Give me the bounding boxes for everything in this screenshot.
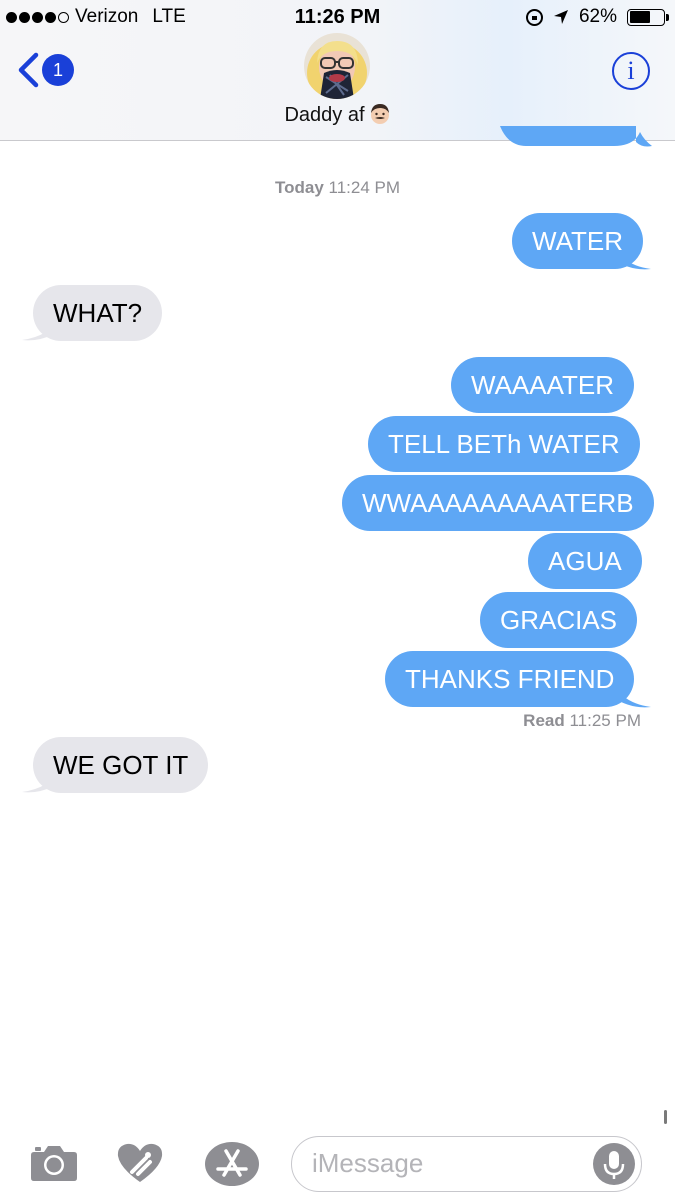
- outgoing-message-bubble[interactable]: WWAAAAAAAAATERB: [342, 475, 654, 531]
- outgoing-message-bubble[interactable]: AGUA: [528, 533, 642, 589]
- status-bar-right: 62%: [525, 6, 669, 28]
- conversation-timestamp: Today 11:24 PM: [0, 178, 675, 198]
- contact-name-label: Daddy af: [284, 104, 365, 126]
- info-button[interactable]: i: [612, 52, 650, 90]
- digital-touch-icon[interactable]: [116, 1142, 164, 1184]
- outgoing-message-bubble[interactable]: WATER: [512, 213, 643, 269]
- chevron-left-icon: [18, 52, 39, 88]
- outgoing-message-bubble[interactable]: THANKS FRIEND: [385, 651, 635, 707]
- back-button[interactable]: 1: [16, 52, 74, 88]
- timestamp-day: Today: [274, 178, 324, 197]
- camera-icon[interactable]: [30, 1144, 78, 1182]
- previous-message-bubble-tail: [500, 126, 652, 147]
- microphone-icon: [603, 1151, 625, 1179]
- outgoing-message-bubble[interactable]: GRACIAS: [480, 592, 638, 648]
- app-store-icon[interactable]: [204, 1141, 260, 1187]
- read-label: Read: [523, 711, 565, 730]
- battery-icon: [627, 8, 669, 26]
- read-time: 11:25 PM: [569, 711, 641, 730]
- outgoing-message-bubble[interactable]: TELL BETh WATER: [368, 416, 640, 472]
- battery-level: [629, 11, 650, 23]
- scrollbar[interactable]: [664, 1110, 667, 1124]
- incoming-message-bubble[interactable]: WHAT?: [33, 285, 163, 341]
- status-bar: Verizon LTE 11:26 PM 62%: [0, 0, 675, 36]
- timestamp-time: 11:24 PM: [328, 178, 401, 197]
- outgoing-message-bubble[interactable]: WAAAATER: [451, 357, 635, 413]
- message-input-field[interactable]: [291, 1136, 642, 1192]
- unread-badge: 1: [42, 54, 74, 86]
- dictation-button[interactable]: [593, 1143, 635, 1185]
- location-arrow-icon: [553, 10, 568, 24]
- rotation-lock-icon: [525, 8, 543, 26]
- read-receipt: Read 11:25 PM: [523, 711, 641, 731]
- avatar[interactable]: [304, 33, 370, 99]
- incoming-message-bubble[interactable]: WE GOT IT: [33, 737, 209, 793]
- man-emoji-icon: [370, 104, 389, 124]
- contact-name[interactable]: Daddy af: [0, 103, 675, 127]
- battery-percent: 62%: [578, 6, 617, 27]
- message-input[interactable]: [312, 1137, 582, 1190]
- info-icon: i: [627, 56, 635, 85]
